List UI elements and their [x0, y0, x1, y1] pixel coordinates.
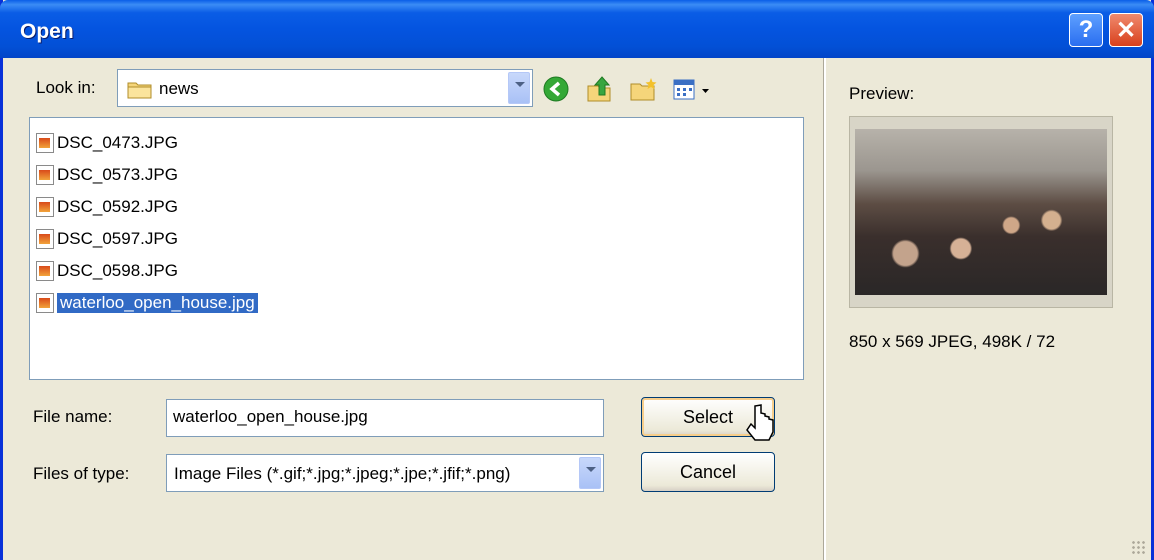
file-name-input[interactable]: waterloo_open_house.jpg: [166, 399, 604, 437]
window-title: Open: [20, 20, 74, 43]
title-bar[interactable]: Open ? ✕: [0, 0, 1154, 58]
cancel-button[interactable]: Cancel: [641, 452, 775, 492]
look-in-label: Look in:: [36, 78, 96, 97]
files-of-type-select[interactable]: Image Files (*.gif;*.jpg;*.jpeg;*.jpe;*.…: [166, 454, 604, 492]
preview-info: 850 x 569 JPEG, 498K / 72: [849, 332, 1056, 351]
list-item[interactable]: DSC_0597.JPG: [36, 225, 178, 253]
file-name: DSC_0592.JPG: [57, 197, 178, 216]
files-of-type-value: Image Files (*.gif;*.jpg;*.jpeg;*.jpe;*.…: [174, 464, 511, 483]
jpg-file-icon: [36, 293, 54, 313]
open-dialog: Open ? ✕ Look in: news DSC_0473.JPG DSC_…: [0, 0, 1154, 560]
list-item[interactable]: DSC_0598.JPG: [36, 257, 178, 285]
look-in-value: news: [159, 79, 199, 98]
close-button[interactable]: ✕: [1109, 13, 1143, 47]
preview-label: Preview:: [849, 84, 915, 103]
file-name: waterloo_open_house.jpg: [57, 293, 258, 313]
jpg-file-icon: [36, 197, 54, 217]
file-name: DSC_0598.JPG: [57, 261, 178, 280]
help-button[interactable]: ?: [1069, 13, 1103, 47]
mouse-cursor-icon: [746, 404, 774, 441]
back-icon[interactable]: [543, 76, 569, 102]
jpg-file-icon: [36, 229, 54, 249]
look-in-combo[interactable]: news: [117, 69, 533, 107]
preview-photo: [855, 129, 1107, 295]
file-name-label: File name:: [33, 407, 113, 426]
list-item[interactable]: DSC_0573.JPG: [36, 161, 178, 189]
file-name: DSC_0597.JPG: [57, 229, 178, 248]
file-list[interactable]: DSC_0473.JPG DSC_0573.JPG DSC_0592.JPG D…: [29, 117, 804, 380]
file-name: DSC_0473.JPG: [57, 133, 178, 152]
resize-grip-icon[interactable]: [1131, 540, 1145, 554]
new-folder-icon[interactable]: [629, 76, 659, 104]
list-item[interactable]: DSC_0592.JPG: [36, 193, 178, 221]
jpg-file-icon: [36, 165, 54, 185]
up-folder-icon[interactable]: [585, 74, 615, 104]
chevron-down-icon[interactable]: [579, 457, 601, 489]
list-item-selected[interactable]: waterloo_open_house.jpg: [36, 289, 258, 317]
files-of-type-label: Files of type:: [33, 464, 130, 483]
views-menu-icon[interactable]: [672, 78, 718, 102]
jpg-file-icon: [36, 261, 54, 281]
panel-divider: [823, 58, 826, 560]
list-item[interactable]: DSC_0473.JPG: [36, 129, 178, 157]
file-name: DSC_0573.JPG: [57, 165, 178, 184]
jpg-file-icon: [36, 133, 54, 153]
chevron-down-icon[interactable]: [508, 72, 530, 104]
folder-icon: [127, 82, 152, 99]
preview-image: [849, 116, 1113, 308]
